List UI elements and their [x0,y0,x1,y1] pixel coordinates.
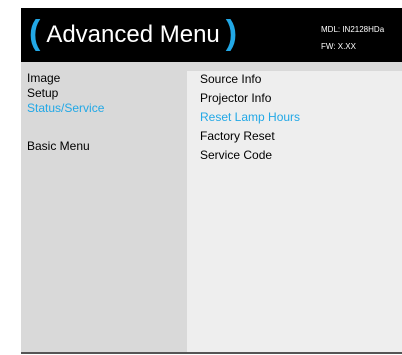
submenu-item-source-info[interactable]: Source Info [187,70,402,89]
menu-item-setup[interactable]: Setup [21,86,181,101]
title-open-paren: ( [29,14,41,52]
title-text: Advanced Menu [46,21,220,48]
title-close-paren: ) [225,14,238,52]
submenu-panel: Source Info Projector Info Reset Lamp Ho… [187,71,402,354]
firmware-version: FW: X.XX [321,42,356,51]
menu-header: (Advanced Menu) MDL: IN2128HDa FW: X.XX [21,8,402,62]
osd-menu-window: (Advanced Menu) MDL: IN2128HDa FW: X.XX … [21,8,402,354]
submenu-item-projector-info[interactable]: Projector Info [187,89,402,108]
menu-item-status-service[interactable]: Status/Service [21,101,181,116]
menu-title: (Advanced Menu) [29,14,238,52]
submenu-item-factory-reset[interactable]: Factory Reset [187,127,402,146]
menu-item-image[interactable]: Image [21,71,181,86]
submenu-item-reset-lamp-hours[interactable]: Reset Lamp Hours [187,108,402,127]
left-menu: Image Setup Status/Service Basic Menu [21,71,181,154]
bottom-divider [21,352,402,354]
submenu-item-service-code[interactable]: Service Code [187,146,402,165]
menu-gap [21,116,181,139]
model-number: MDL: IN2128HDa [321,25,385,34]
menu-item-basic-menu[interactable]: Basic Menu [21,139,181,154]
